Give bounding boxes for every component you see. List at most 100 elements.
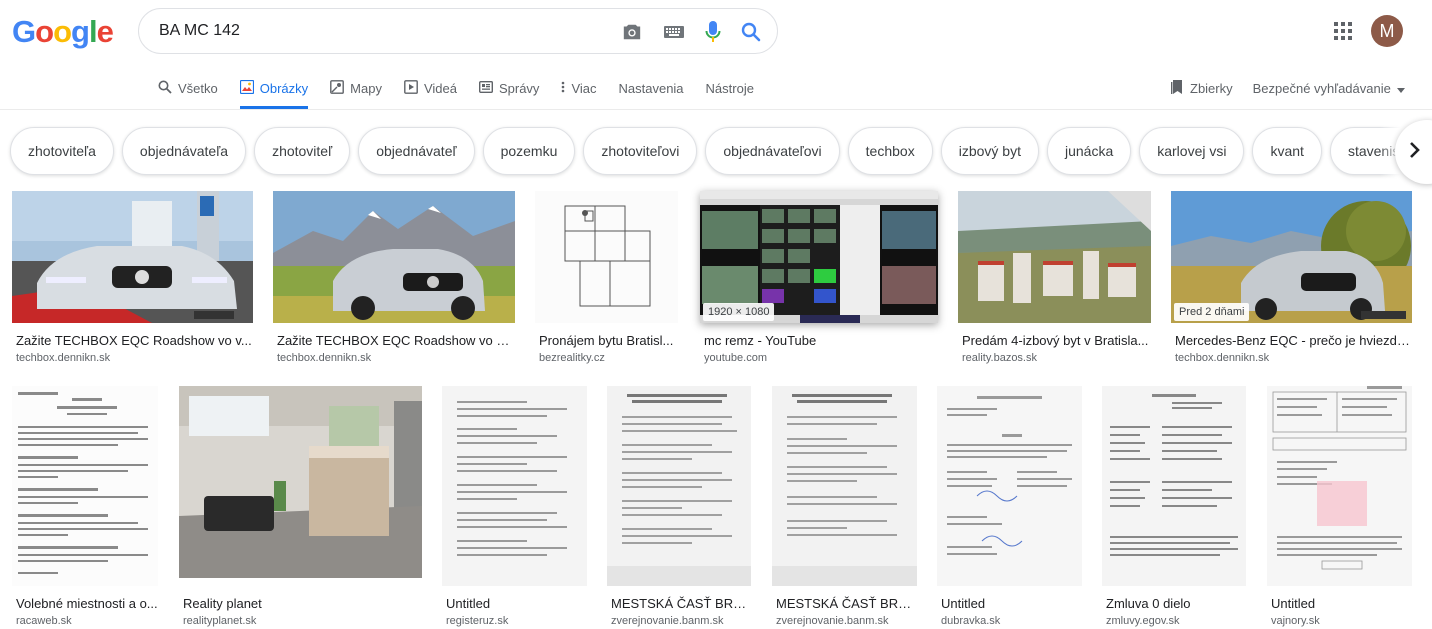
safe-search-dropdown[interactable]: Bezpečné vyhľadávanie [1253,81,1405,96]
microphone-icon[interactable] [705,20,721,44]
image-result[interactable]: Zažite TECHBOX EQC Roadshow vo va... tec… [273,191,515,371]
tab-maps[interactable]: Mapy [330,68,382,108]
result-thumbnail[interactable] [937,386,1082,586]
search-tabs: Všetko Obrázky Mapy Videá Správy Viac Na… [158,68,776,110]
result-thumbnail[interactable] [179,386,422,578]
avatar[interactable]: M [1371,15,1403,47]
tab-label: Všetko [178,80,218,96]
result-title[interactable]: Pronájem bytu Bratisl... [539,333,678,348]
chip[interactable]: objednávateľa [121,127,247,175]
result-thumbnail[interactable] [607,386,751,586]
image-result[interactable]: Untitled vajnory.sk [1267,386,1412,627]
tab-videos[interactable]: Videá [404,68,457,108]
result-title[interactable]: Untitled [1271,596,1412,611]
result-thumbnail[interactable] [442,386,587,586]
image-result[interactable]: Volebné miestnosti a o... racaweb.sk [12,386,158,627]
tab-images[interactable]: Obrázky [239,68,309,109]
result-site[interactable]: vajnory.sk [1271,615,1320,627]
news-icon [478,80,493,96]
chip[interactable]: junácka [1046,127,1132,175]
google-logo[interactable]: Google [12,14,114,50]
result-site[interactable]: bezrealitky.cz [539,352,605,364]
chip[interactable]: pozemku [482,127,576,175]
result-site[interactable]: zverejnovanie.banm.sk [776,615,889,627]
result-thumbnail[interactable] [273,191,515,323]
result-site[interactable]: racaweb.sk [16,615,72,627]
result-site[interactable]: techbox.dennikn.sk [16,352,110,364]
result-title[interactable]: Predám 4-izbový byt v Bratisla... [962,333,1151,348]
chip[interactable]: izbový byt [940,127,1039,175]
result-thumbnail[interactable] [12,191,253,323]
image-result[interactable]: Zmluva 0 dielo zmluvy.egov.sk [1102,386,1246,627]
result-site[interactable]: techbox.dennikn.sk [1175,352,1269,364]
result-title[interactable]: Untitled [941,596,1082,611]
image-result[interactable]: Pronájem bytu Bratisl... bezrealitky.cz [535,191,678,371]
tab-news[interactable]: Správy [478,68,540,108]
tab-label: Videá [423,80,457,96]
result-title[interactable]: Zažite TECHBOX EQC Roadshow vo v... [16,333,252,348]
result-title[interactable]: MESTSKÁ ČASŤ BRA... [611,596,751,611]
result-site[interactable]: techbox.dennikn.sk [277,352,371,364]
result-title[interactable]: Reality planet [183,596,422,611]
image-result[interactable]: Zažite TECHBOX EQC Roadshow vo v... tech… [12,191,253,371]
chip[interactable]: karlovej vsi [1139,127,1245,175]
search-box [138,8,778,54]
image-result[interactable]: Reality planet realityplanet.sk [179,386,422,627]
result-site[interactable]: youtube.com [704,352,767,364]
result-site[interactable]: zmluvy.egov.sk [1106,615,1180,627]
result-title[interactable]: MESTSKÁ ČASŤ BRA... [776,596,917,611]
result-title[interactable]: Mercedes-Benz EQC - prečo je hviezdo... [1175,333,1412,348]
map-icon [330,79,345,97]
chip[interactable]: zhotoviteľovi [583,127,698,175]
result-thumbnail[interactable] [1102,386,1246,586]
tab-label: Nastavenia [618,80,684,96]
tab-tools[interactable]: Nástroje [706,68,754,108]
related-chips: zhotoviteľa objednávateľa zhotoviteľ obj… [10,127,1432,175]
result-site[interactable]: zverejnovanie.banm.sk [611,615,724,627]
image-result[interactable]: Untitled dubravka.sk [937,386,1082,627]
camera-icon[interactable] [621,22,643,42]
search-input[interactable] [159,22,599,40]
result-site[interactable]: realityplanet.sk [183,615,256,627]
tab-label: Viac [571,80,597,96]
search-icon[interactable] [741,22,761,42]
tab-all[interactable]: Všetko [158,68,218,108]
result-title[interactable]: Zmluva 0 dielo [1106,596,1246,611]
keyboard-icon[interactable] [663,24,685,40]
tab-label: Správy [498,80,540,96]
image-result[interactable]: 1920 × 1080 mc remz - YouTube youtube.co… [700,191,938,371]
chip[interactable]: kvant [1252,127,1322,175]
more-vert-icon [561,81,565,96]
result-thumbnail[interactable] [1267,386,1412,586]
chip[interactable]: zhotoviteľa [10,127,114,175]
chip[interactable]: objednávateľ [358,127,475,175]
result-title[interactable]: mc remz - YouTube [704,333,938,348]
result-site[interactable]: reality.bazos.sk [962,352,1037,364]
result-thumbnail[interactable] [12,386,158,586]
tab-more[interactable]: Viac [561,68,597,108]
result-thumbnail[interactable] [772,386,917,586]
image-result[interactable]: MESTSKÁ ČASŤ BRA... zverejnovanie.banm.s… [607,386,751,627]
image-result[interactable]: MESTSKÁ ČASŤ BRA... zverejnovanie.banm.s… [772,386,917,627]
result-title[interactable]: Untitled [446,596,587,611]
result-thumbnail[interactable] [958,191,1151,323]
tab-label: Mapy [350,80,382,96]
header-divider [0,109,1432,110]
image-icon [239,79,254,97]
chip[interactable]: techbox [847,127,933,175]
result-title[interactable]: Zažite TECHBOX EQC Roadshow vo va... [277,333,515,348]
tab-settings[interactable]: Nastavenia [619,68,684,108]
collections-button[interactable]: Zbierky [1170,79,1233,98]
result-title[interactable]: Volebné miestnosti a o... [16,596,158,611]
chip[interactable]: zhotoviteľ [254,127,351,175]
result-site[interactable]: dubravka.sk [941,615,1000,627]
image-result[interactable]: Predám 4-izbový byt v Bratisla... realit… [958,191,1151,371]
result-thumbnail[interactable] [535,191,678,323]
apps-grid-icon[interactable] [1334,22,1352,45]
image-age-badge: Pred 2 dňami [1174,303,1250,321]
chip[interactable]: objednávateľovi [705,127,840,175]
image-result[interactable]: Untitled registeruz.sk [442,386,587,627]
image-result[interactable]: Pred 2 dňami Mercedes-Benz EQC - prečo j… [1171,191,1412,371]
result-site[interactable]: registeruz.sk [446,615,508,627]
avatar-initial: M [1379,20,1395,41]
